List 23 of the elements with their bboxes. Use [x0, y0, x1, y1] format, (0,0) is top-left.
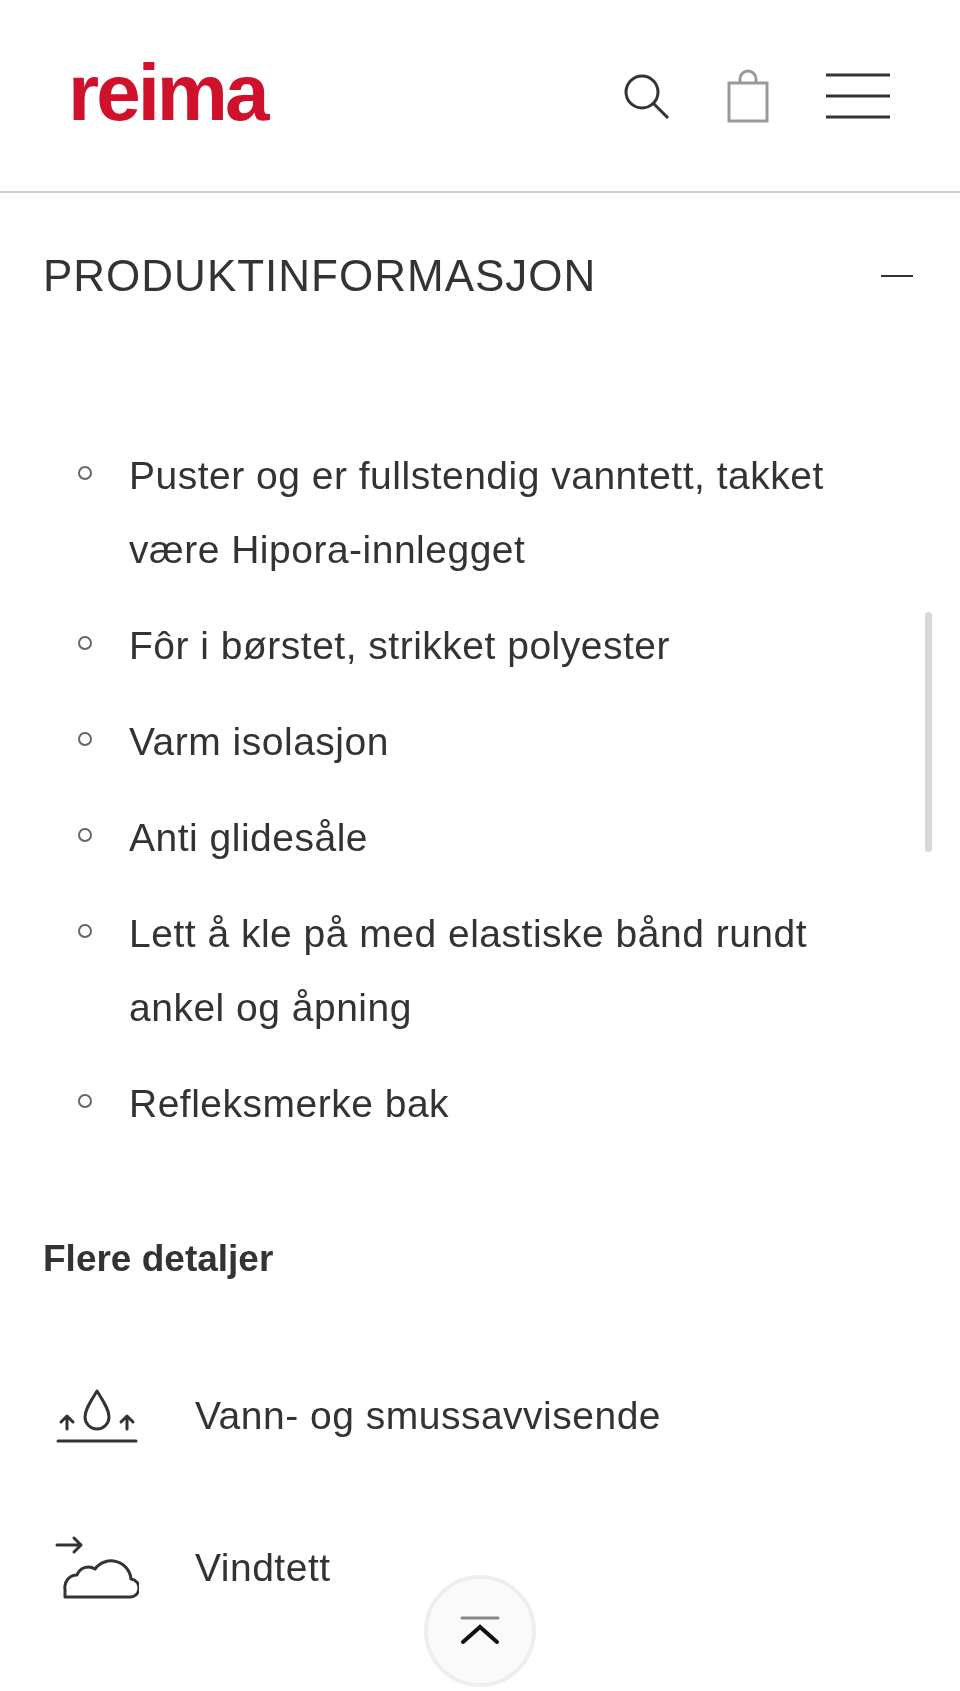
bullet-icon: [78, 1094, 92, 1108]
feature-text: Puster og er fullstendig vanntett, takket være Hipora-innlegget: [129, 453, 825, 573]
bullet-icon: [78, 924, 92, 938]
section-header[interactable]: PRODUKTINFORMASJON: [0, 193, 960, 349]
detail-text: Vann- og smussavvisende: [195, 1392, 662, 1439]
details-title: Flere detaljer: [43, 1237, 275, 1281]
menu-icon[interactable]: [826, 71, 890, 120]
chevron-up-icon: [460, 1616, 500, 1646]
bullet-icon: [78, 828, 92, 842]
minus-icon: [881, 274, 913, 278]
detail-text: Vindtett: [195, 1544, 331, 1591]
feature-text: Refleksmerke bak: [129, 1081, 450, 1127]
shopping-bag-icon[interactable]: [726, 68, 770, 123]
cloud-arrow-icon: [55, 1535, 139, 1601]
logo[interactable]: reima: [68, 52, 267, 133]
feature-text: Anti glidesåle: [129, 815, 368, 861]
bullet-icon: [78, 636, 92, 650]
feature-text: Lett å kle på med elastiske bånd rundt ankel og åpning: [129, 911, 809, 1031]
feature-text: Varm isolasjon: [129, 719, 389, 765]
feature-text: Fôr i børstet, strikket polyester: [129, 623, 670, 669]
bullet-icon: [78, 466, 92, 480]
section-title: PRODUKTINFORMASJON: [43, 250, 597, 302]
bullet-icon: [78, 732, 92, 746]
